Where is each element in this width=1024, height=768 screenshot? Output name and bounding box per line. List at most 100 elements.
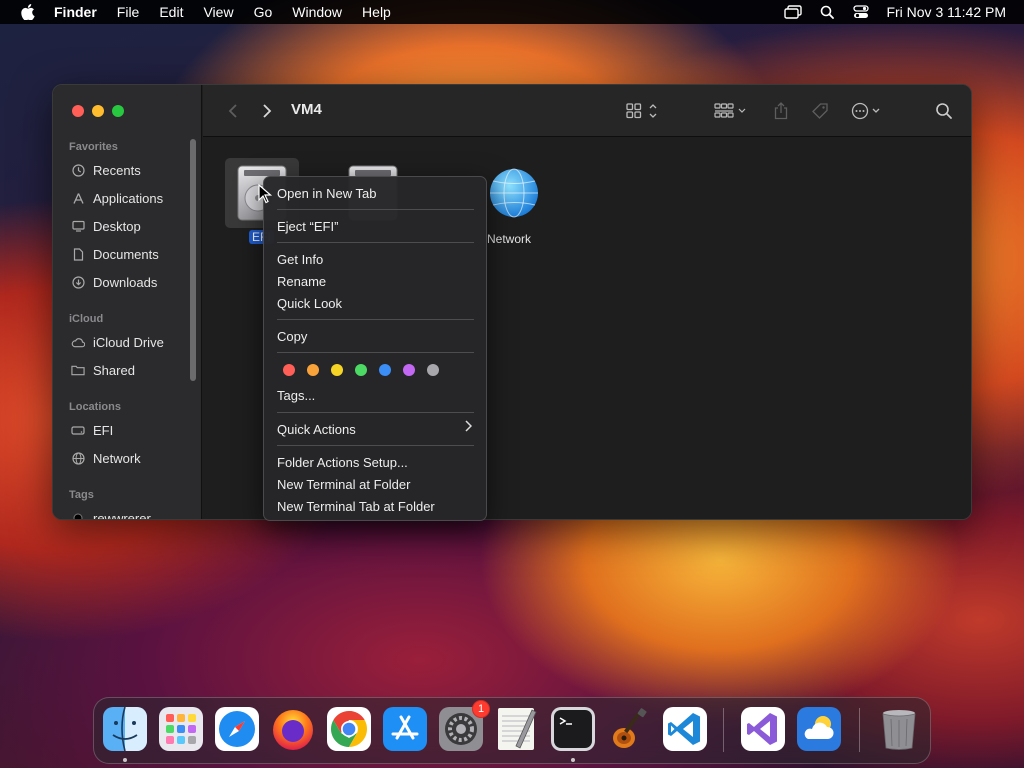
back-button[interactable] xyxy=(223,99,243,123)
sidebar-item-efi[interactable]: EFI xyxy=(71,419,113,441)
tag-color-gray[interactable] xyxy=(427,364,439,376)
dock-app-vscode[interactable] xyxy=(662,706,708,752)
tag-color-dot xyxy=(71,511,85,519)
menu-bar-clock[interactable]: Fri Nov 3 11:42 PM xyxy=(886,4,1006,20)
action-menu-button[interactable] xyxy=(849,99,889,123)
menu-item-eject[interactable]: Eject “EFI” xyxy=(277,216,338,236)
sidebar-item-documents[interactable]: Documents xyxy=(71,243,159,265)
document-icon xyxy=(71,247,85,261)
dock-app-terminal[interactable] xyxy=(550,706,596,752)
menu-item-new-terminal[interactable]: New Terminal at Folder xyxy=(277,474,410,494)
control-center-icon[interactable] xyxy=(852,4,870,20)
dock-app-textedit[interactable] xyxy=(494,706,540,752)
sidebar-header-locations: Locations xyxy=(69,401,121,413)
firefox-icon xyxy=(273,710,313,750)
network-globe-icon xyxy=(490,168,538,218)
zoom-window-button[interactable] xyxy=(112,105,124,117)
tag-color-purple[interactable] xyxy=(403,364,415,376)
screen-mirroring-icon[interactable] xyxy=(784,4,803,20)
tag-color-blue[interactable] xyxy=(379,364,391,376)
dock: 1 xyxy=(93,697,931,764)
menu-item-get-info[interactable]: Get Info xyxy=(277,249,323,269)
sidebar-item-label: Recents xyxy=(93,162,141,178)
dock-app-trash[interactable] xyxy=(876,706,922,752)
share-button[interactable] xyxy=(771,99,791,123)
tag-button[interactable] xyxy=(809,99,831,123)
sidebar-item-network[interactable]: Network xyxy=(71,447,141,469)
sidebar-item-recents[interactable]: Recents xyxy=(71,159,141,181)
sidebar-item-shared[interactable]: Shared xyxy=(71,359,135,381)
running-indicator xyxy=(123,758,127,762)
file-item-network[interactable] xyxy=(483,166,547,222)
tag-icon xyxy=(812,103,828,119)
sidebar-scrollbar[interactable] xyxy=(190,139,196,381)
menu-item-tags[interactable]: Tags... xyxy=(277,385,315,405)
menu-window[interactable]: Window xyxy=(292,4,342,20)
context-menu: Open in New Tab Eject “EFI” Get Info Ren… xyxy=(263,176,487,521)
menu-edit[interactable]: Edit xyxy=(159,4,183,20)
menu-item-open-in-new-tab[interactable]: Open in New Tab xyxy=(277,183,377,203)
applications-icon xyxy=(71,191,85,205)
menu-item-folder-actions-setup[interactable]: Folder Actions Setup... xyxy=(277,452,408,472)
dock-separator xyxy=(723,708,724,752)
sidebar-item-applications[interactable]: Applications xyxy=(71,187,163,209)
tag-color-red[interactable] xyxy=(283,364,295,376)
menu-item-copy[interactable]: Copy xyxy=(277,326,307,346)
dock-app-safari[interactable] xyxy=(214,706,260,752)
menu-finder[interactable]: Finder xyxy=(54,4,97,20)
sidebar-item-downloads[interactable]: Downloads xyxy=(71,271,157,293)
dock-separator xyxy=(859,708,860,752)
trash-icon xyxy=(882,710,916,750)
view-mode-button[interactable] xyxy=(623,99,663,123)
menu-view[interactable]: View xyxy=(203,4,233,20)
dock-app-app-store[interactable] xyxy=(382,706,428,752)
tag-color-green[interactable] xyxy=(355,364,367,376)
apple-menu-icon[interactable] xyxy=(18,4,38,20)
finder-toolbar: VM4 xyxy=(203,85,971,137)
dock-app-launchpad[interactable] xyxy=(158,706,204,752)
dock-app-visual-studio[interactable] xyxy=(740,706,786,752)
chevron-right-icon xyxy=(263,104,272,118)
sidebar-item-tag[interactable]: rewwrerer xyxy=(71,507,151,519)
tag-color-yellow[interactable] xyxy=(331,364,343,376)
menu-item-new-terminal-tab[interactable]: New Terminal Tab at Folder xyxy=(277,496,435,516)
sidebar-item-label: Downloads xyxy=(93,274,158,290)
sidebar-header-tags: Tags xyxy=(69,489,94,501)
download-icon xyxy=(71,275,85,289)
file-label-network[interactable]: Network xyxy=(487,232,531,246)
desktop-icon xyxy=(71,219,85,233)
menu-go[interactable]: Go xyxy=(254,4,273,20)
dock-app-firefox[interactable] xyxy=(270,706,316,752)
more-actions-icon xyxy=(851,102,880,120)
sidebar-item-desktop[interactable]: Desktop xyxy=(71,215,141,237)
dock-app-system-settings[interactable]: 1 xyxy=(438,700,490,752)
close-window-button[interactable] xyxy=(72,105,84,117)
sidebar-item-icloud-drive[interactable]: iCloud Drive xyxy=(71,331,164,353)
app-store-icon xyxy=(383,707,427,751)
drive-icon xyxy=(71,423,85,437)
menu-item-quick-actions[interactable]: Quick Actions xyxy=(277,419,356,439)
notification-badge: 1 xyxy=(472,700,490,718)
menu-item-quick-look[interactable]: Quick Look xyxy=(277,293,342,313)
minimize-window-button[interactable] xyxy=(92,105,104,117)
search-button[interactable] xyxy=(933,99,955,123)
tag-color-orange[interactable] xyxy=(307,364,319,376)
menu-file[interactable]: File xyxy=(117,4,140,20)
group-by-button[interactable] xyxy=(711,99,751,123)
finder-window: Favorites Recents Applications Desktop D… xyxy=(52,84,972,520)
globe-icon xyxy=(71,451,85,465)
dock-app-chrome[interactable] xyxy=(326,706,372,752)
shared-folder-icon xyxy=(71,363,85,377)
forward-button[interactable] xyxy=(257,99,277,123)
spotlight-search-icon[interactable] xyxy=(818,4,836,20)
group-grid-icon xyxy=(714,103,746,118)
dock-app-finder[interactable] xyxy=(102,706,148,752)
search-icon xyxy=(936,103,952,119)
dock-app-weather[interactable] xyxy=(796,706,842,752)
menu-item-rename[interactable]: Rename xyxy=(277,271,326,291)
menu-help[interactable]: Help xyxy=(362,4,391,20)
dock-app-garageband[interactable] xyxy=(606,706,652,752)
chevron-left-icon xyxy=(228,104,237,118)
launchpad-icon xyxy=(159,707,203,751)
sidebar-item-label: Documents xyxy=(93,246,159,262)
